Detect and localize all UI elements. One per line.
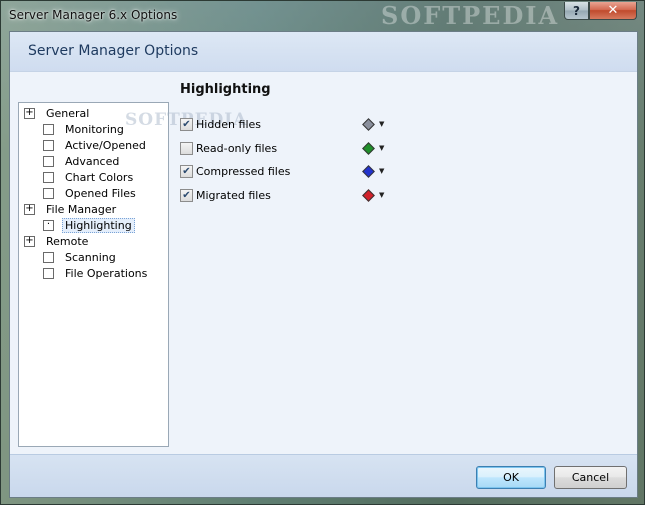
tree-item-label: Monitoring bbox=[65, 122, 124, 136]
option-migrated-files: ✔ Migrated files bbox=[180, 187, 271, 203]
ok-button[interactable]: OK bbox=[476, 466, 546, 489]
tree-item-label: File Operations bbox=[65, 266, 148, 280]
node-checkbox-icon[interactable] bbox=[43, 267, 54, 279]
option-read-only-files: Read-only files bbox=[180, 140, 277, 156]
node-checkbox-icon[interactable] bbox=[43, 155, 54, 167]
cancel-button[interactable]: Cancel bbox=[554, 466, 627, 489]
section-title: Highlighting bbox=[180, 82, 271, 97]
migrated-files-color-picker[interactable]: ▼ bbox=[362, 187, 384, 203]
help-button[interactable]: ? bbox=[564, 2, 589, 20]
tree-item-label: Highlighting bbox=[62, 217, 135, 233]
tree-item-remote[interactable]: + Remote bbox=[24, 233, 91, 249]
dropdown-arrow-icon[interactable]: ▼ bbox=[379, 120, 384, 128]
tree-item-label: Opened Files bbox=[65, 186, 136, 200]
expand-icon[interactable]: + bbox=[24, 107, 35, 119]
option-compressed-files: ✔ Compressed files bbox=[180, 163, 290, 179]
title-bar[interactable]: SOFTPEDIA Server Manager 6.x Options ? ✕ bbox=[1, 1, 644, 31]
tree-item-active-opened[interactable]: Active/Opened bbox=[43, 137, 149, 153]
node-checkbox-icon[interactable] bbox=[43, 251, 54, 263]
tree-item-monitoring[interactable]: Monitoring bbox=[43, 121, 127, 137]
close-button[interactable]: ✕ bbox=[589, 2, 637, 20]
node-checkbox-icon[interactable] bbox=[43, 139, 54, 151]
tree-item-general[interactable]: + General bbox=[24, 105, 92, 121]
dropdown-arrow-icon[interactable]: ▼ bbox=[379, 167, 384, 175]
tree-item-label: General bbox=[46, 106, 90, 120]
tree-item-file-manager[interactable]: + File Manager bbox=[24, 201, 119, 217]
close-icon: ✕ bbox=[607, 3, 619, 18]
softpedia-watermark: SOFTPEDIA bbox=[381, 1, 560, 30]
read-only-files-label: Read-only files bbox=[196, 141, 278, 155]
node-checkbox-icon[interactable] bbox=[43, 187, 54, 199]
tree-item-label: Advanced bbox=[65, 154, 120, 168]
expand-icon[interactable]: + bbox=[24, 203, 35, 215]
node-checkbox-icon[interactable]: · bbox=[43, 219, 54, 231]
dialog-client-area: Server Manager Options + General Monitorin… bbox=[9, 31, 638, 498]
dialog-header: Server Manager Options bbox=[10, 32, 637, 72]
migrated-files-label: Migrated files bbox=[196, 188, 271, 202]
color-swatch-icon bbox=[362, 164, 375, 178]
option-hidden-files: ✔ Hidden files bbox=[180, 116, 261, 132]
hidden-files-label: Hidden files bbox=[196, 117, 262, 131]
tree-item-label: File Manager bbox=[46, 202, 117, 216]
tree-item-scanning[interactable]: Scanning bbox=[43, 249, 119, 265]
tree-item-advanced[interactable]: Advanced bbox=[43, 153, 122, 169]
compressed-files-color-picker[interactable]: ▼ bbox=[362, 163, 384, 179]
hidden-files-checkbox[interactable]: ✔ bbox=[180, 117, 193, 131]
read-only-files-color-picker[interactable]: ▼ bbox=[362, 140, 384, 156]
options-window: SOFTPEDIA Server Manager 6.x Options ? ✕… bbox=[0, 0, 645, 505]
options-tree[interactable]: + General Monitoring Active/Opened Advanced C… bbox=[18, 102, 169, 447]
compressed-files-label: Compressed files bbox=[196, 164, 291, 178]
window-title: Server Manager 6.x Options bbox=[9, 8, 178, 22]
tree-item-label: Chart Colors bbox=[65, 170, 134, 184]
hidden-files-color-picker[interactable]: ▼ bbox=[362, 116, 384, 132]
tree-item-label: Active/Opened bbox=[65, 138, 146, 152]
color-swatch-icon bbox=[362, 141, 375, 155]
dialog-header-title: Server Manager Options bbox=[28, 43, 199, 59]
tree-item-label: Remote bbox=[46, 234, 89, 248]
migrated-files-checkbox[interactable]: ✔ bbox=[180, 188, 193, 202]
tree-item-chart-colors[interactable]: Chart Colors bbox=[43, 169, 136, 185]
tree-item-file-operations[interactable]: File Operations bbox=[43, 265, 150, 281]
dialog-footer: OK Cancel bbox=[10, 454, 637, 497]
color-swatch-icon bbox=[362, 117, 375, 131]
tree-item-opened-files[interactable]: Opened Files bbox=[43, 185, 139, 201]
dropdown-arrow-icon[interactable]: ▼ bbox=[379, 144, 384, 152]
help-icon: ? bbox=[573, 3, 580, 18]
color-swatch-icon bbox=[362, 188, 375, 202]
tree-item-label: Scanning bbox=[65, 250, 116, 264]
dropdown-arrow-icon[interactable]: ▼ bbox=[379, 191, 384, 199]
read-only-files-checkbox[interactable] bbox=[180, 141, 193, 155]
compressed-files-checkbox[interactable]: ✔ bbox=[180, 164, 193, 178]
node-checkbox-icon[interactable] bbox=[43, 171, 54, 183]
expand-icon[interactable]: + bbox=[24, 235, 35, 247]
tree-item-highlighting[interactable]: · Highlighting bbox=[43, 217, 135, 233]
node-checkbox-icon[interactable] bbox=[43, 123, 54, 135]
